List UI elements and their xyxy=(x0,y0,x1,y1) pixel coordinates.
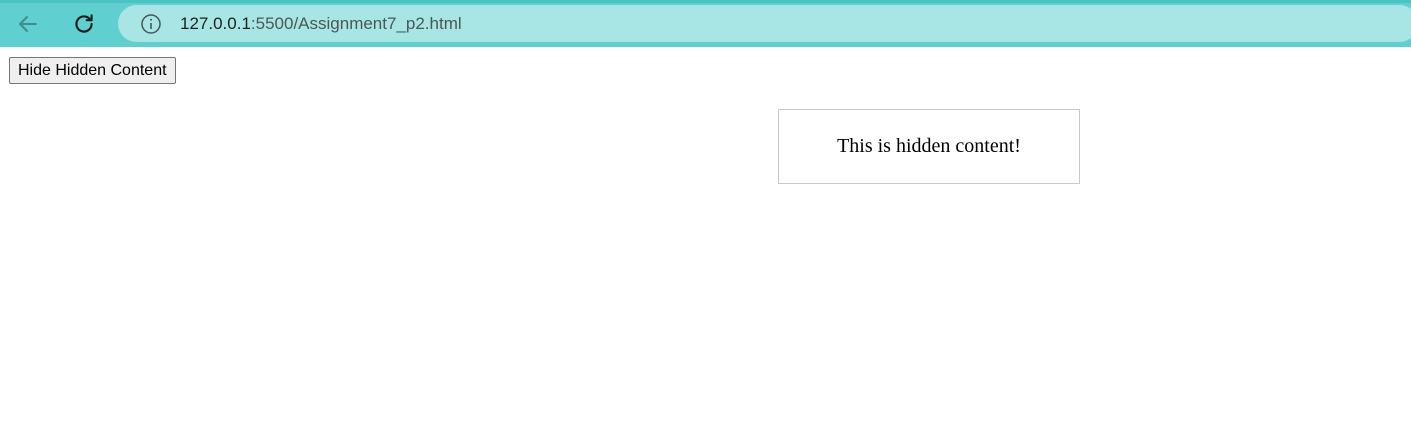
address-bar[interactable]: 127.0.0.1:5500/Assignment7_p2.html xyxy=(118,5,1411,42)
browser-toolbar: 127.0.0.1:5500/Assignment7_p2.html xyxy=(0,0,1411,47)
hidden-content-box: This is hidden content! xyxy=(778,109,1080,184)
hide-hidden-content-button[interactable]: Hide Hidden Content xyxy=(9,57,176,84)
info-circle-icon[interactable] xyxy=(140,13,162,35)
hidden-content-text: This is hidden content! xyxy=(837,135,1021,157)
page-content: Hide Hidden Content This is hidden conte… xyxy=(0,47,1411,436)
arrow-left-icon xyxy=(19,16,37,32)
reload-icon xyxy=(75,14,93,33)
reload-button[interactable] xyxy=(68,8,100,40)
url-host: 127.0.0.1 xyxy=(180,13,251,33)
back-button[interactable] xyxy=(12,8,44,40)
url-text[interactable]: 127.0.0.1:5500/Assignment7_p2.html xyxy=(180,14,462,34)
url-path: :5500/Assignment7_p2.html xyxy=(250,13,462,33)
